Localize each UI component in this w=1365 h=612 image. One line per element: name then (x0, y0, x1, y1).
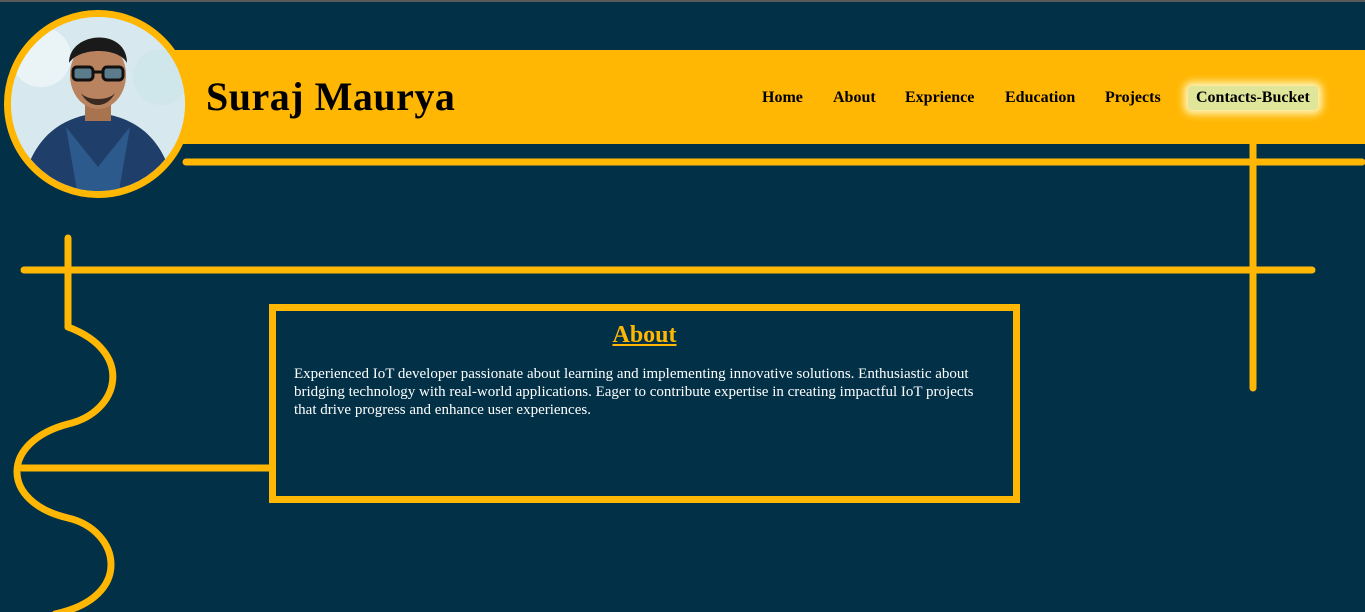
nav-experience-link[interactable]: Exprience (905, 86, 974, 110)
about-section: About Experienced IoT developer passiona… (269, 304, 1020, 503)
nav-contacts-bucket-link[interactable]: Contacts-Bucket (1188, 86, 1318, 110)
about-text: Experienced IoT developer passionate abo… (294, 366, 974, 418)
main-nav: Home About Exprience Education Projects … (0, 86, 1365, 110)
nav-about-link[interactable]: About (833, 86, 876, 110)
page: Suraj Maurya Home About Exprience Educat… (0, 0, 1365, 612)
nav-projects-link[interactable]: Projects (1105, 86, 1161, 110)
about-title: About (612, 322, 677, 348)
nav-home-link[interactable]: Home (762, 86, 803, 110)
nav-education-link[interactable]: Education (1005, 86, 1075, 110)
